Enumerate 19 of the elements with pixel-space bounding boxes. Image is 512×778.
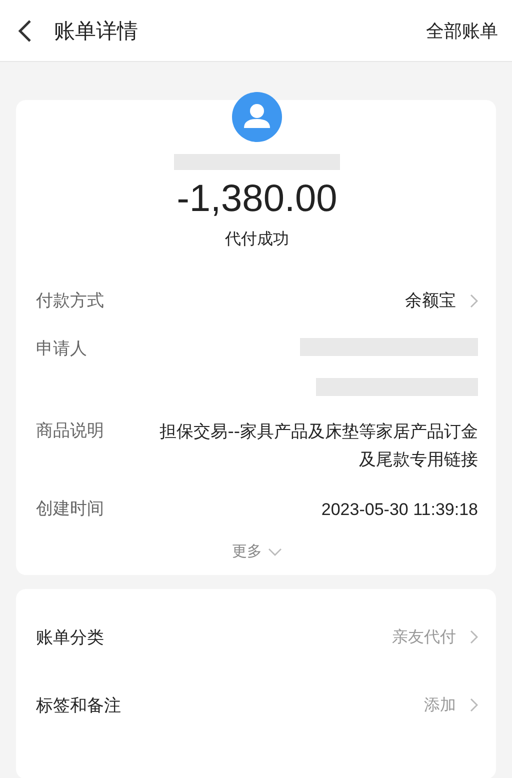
- field-value: 担保交易--家具产品及床垫等家居产品订金及尾款专用链接: [158, 421, 478, 472]
- back-icon[interactable]: [18, 18, 32, 42]
- page-title: 账单详情: [54, 18, 139, 44]
- status-text: 代付成功: [225, 229, 289, 250]
- chevron-right-icon[interactable]: [470, 294, 478, 308]
- field-label: 申请人: [36, 338, 88, 361]
- chevron-down-icon: [268, 548, 282, 556]
- option-label[interactable]: 标签和备注: [36, 694, 424, 716]
- field-value: 2023-05-30 11:39:18: [320, 499, 478, 521]
- field-label: 商品说明: [36, 420, 105, 443]
- field-label: 付款方式: [36, 290, 105, 313]
- field-value[interactable]: 余额宝: [132, 288, 456, 314]
- more-button[interactable]: 更多: [232, 542, 282, 561]
- chevron-right-icon[interactable]: [470, 698, 478, 712]
- option-label[interactable]: 账单分类: [36, 626, 392, 648]
- amount: -1,380.00: [176, 178, 338, 221]
- all-bills-link[interactable]: 全部账单: [426, 18, 498, 42]
- field-label: 创建时间: [36, 498, 105, 521]
- chevron-right-icon[interactable]: [470, 630, 478, 644]
